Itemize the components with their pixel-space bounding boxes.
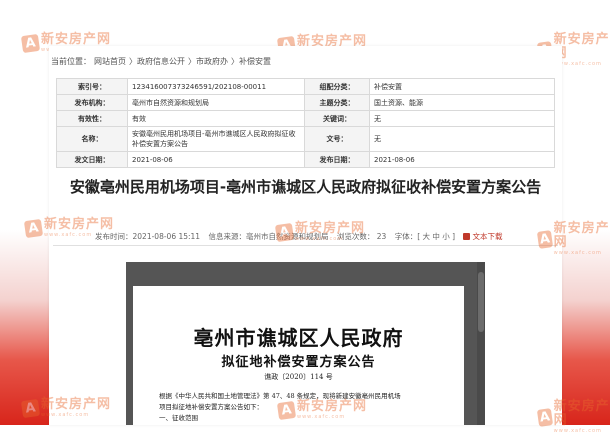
document-viewer[interactable]: 亳州市谯城区人民政府 拟征地补偿安置方案公告 谯政〔2020〕114 号 根据《… xyxy=(126,262,485,425)
keywords-value: 无 xyxy=(369,110,555,127)
breadcrumb-home-link[interactable]: 网站首页 xyxy=(94,57,126,66)
watermark-logo-icon: A xyxy=(20,398,41,418)
doc-number-label: 文号： xyxy=(304,126,370,152)
viewer-scrollbar[interactable] xyxy=(477,262,485,425)
document-body-line: 根据《中华人民共和国土地管理法》第 47、48 条规定，现将新建安徽亳州民用机场 xyxy=(159,392,401,400)
download-icon xyxy=(463,233,471,240)
validity-value: 有效 xyxy=(127,110,305,127)
document-number: 谯政〔2020〕114 号 xyxy=(264,373,333,381)
publisher-label: 发布机构： xyxy=(56,94,128,111)
document-page: 亳州市谯城区人民政府 拟征地补偿安置方案公告 谯政〔2020〕114 号 根据《… xyxy=(133,286,464,425)
text-download-label: 文本下载 xyxy=(472,232,503,241)
publish-time: 发布时间：2021-08-06 15:11 xyxy=(95,232,201,241)
table-row: 名称： 安徽亳州民用机场项目-亳州市谯城区人民政府拟征收补偿安置方案公告 文号：… xyxy=(56,126,555,152)
watermark-url: www.xafc.com xyxy=(553,61,602,67)
breadcrumb-office-link[interactable]: 〉市政府办 xyxy=(188,57,228,66)
index-value: 123416007373246591/202108-00011 xyxy=(127,78,305,95)
publisher-value: 亳州市自然资源和规划局 xyxy=(127,94,305,111)
category-label: 组配分类： xyxy=(304,78,370,95)
breadcrumb-prefix: 当前位置： xyxy=(51,57,91,66)
article-page: 当前位置： 网站首页 〉政府信息公开 〉市政府办 〉补偿安置 索引号： 12341600… xyxy=(49,46,562,425)
scrollbar-thumb[interactable] xyxy=(478,272,484,332)
table-row: 发文日期： 2021-08-06 发布日期： 2021-08-06 xyxy=(56,151,555,168)
issue-date-label: 发文日期： xyxy=(56,151,128,168)
breadcrumb-compensation-link[interactable]: 〉补偿安置 xyxy=(231,57,271,66)
font-size-switcher[interactable]: 字体：[ 大 中 小 ] xyxy=(395,232,455,241)
category-value: 补偿安置 xyxy=(369,78,555,95)
article-title: 安徽亳州民用机场项目-亳州市谯城区人民政府拟征收补偿安置方案公告 xyxy=(69,178,542,196)
view-count: 浏览次数： 23 xyxy=(336,232,387,241)
watermark-name: 新安房产网 xyxy=(553,32,610,61)
info-source: 信息来源：亳州市自然资源和规划局 xyxy=(208,232,329,241)
watermark-logo-icon: A xyxy=(20,33,41,53)
validity-label: 有效性： xyxy=(56,110,128,127)
watermark-name: 新安房产网 xyxy=(553,399,610,428)
name-label: 名称： xyxy=(56,126,128,152)
document-body: 根据《中华人民共和国土地管理法》第 47、48 条规定，现将新建安徽亳州民用机场… xyxy=(159,391,449,424)
index-label: 索引号： xyxy=(56,78,128,95)
text-download-link[interactable]: 文本下载 xyxy=(463,232,508,241)
watermark-url: www.xafc.com xyxy=(553,428,602,434)
watermark-url: www.xafc.com xyxy=(553,250,602,256)
publish-date-value: 2021-08-06 xyxy=(369,151,555,168)
watermark-name: 新安房产网 xyxy=(41,32,112,47)
document-body-line: 项目拟征地补偿安置方案公告如下： xyxy=(159,403,263,411)
keywords-label: 关键词： xyxy=(304,110,370,127)
doc-number-value: 无 xyxy=(369,126,555,152)
breadcrumb: 当前位置： 网站首页 〉政府信息公开 〉市政府办 〉补偿安置 xyxy=(51,56,274,67)
table-row: 有效性： 有效 关键词： 无 xyxy=(56,110,555,127)
publish-date-label: 发布日期： xyxy=(304,151,370,168)
topic-value: 国土资源、能源 xyxy=(369,94,555,111)
breadcrumb-gov-info-link[interactable]: 〉政府信息公开 xyxy=(129,57,185,66)
issue-date-value: 2021-08-06 xyxy=(127,151,305,168)
document-heading: 亳州市谯城区人民政府 xyxy=(193,326,404,350)
document-subheading: 拟征地补偿安置方案公告 xyxy=(221,355,376,370)
topic-label: 主题分类： xyxy=(304,94,370,111)
divider xyxy=(53,245,558,246)
watermark-name: 新安房产网 xyxy=(553,221,610,250)
table-row: 索引号： 123416007373246591/202108-00011 组配分… xyxy=(56,78,555,95)
metadata-table: 索引号： 123416007373246591/202108-00011 组配分… xyxy=(56,78,555,168)
table-row: 发布机构： 亳州市自然资源和规划局 主题分类： 国土资源、能源 xyxy=(56,94,555,111)
article-info-bar: 发布时间：2021-08-06 15:11 信息来源：亳州市自然资源和规划局 浏… xyxy=(95,231,514,242)
document-body-line: 一、征收范围 xyxy=(159,414,198,422)
watermark-logo-icon: A xyxy=(23,218,44,238)
name-value: 安徽亳州民用机场项目-亳州市谯城区人民政府拟征收补偿安置方案公告 xyxy=(127,126,305,152)
